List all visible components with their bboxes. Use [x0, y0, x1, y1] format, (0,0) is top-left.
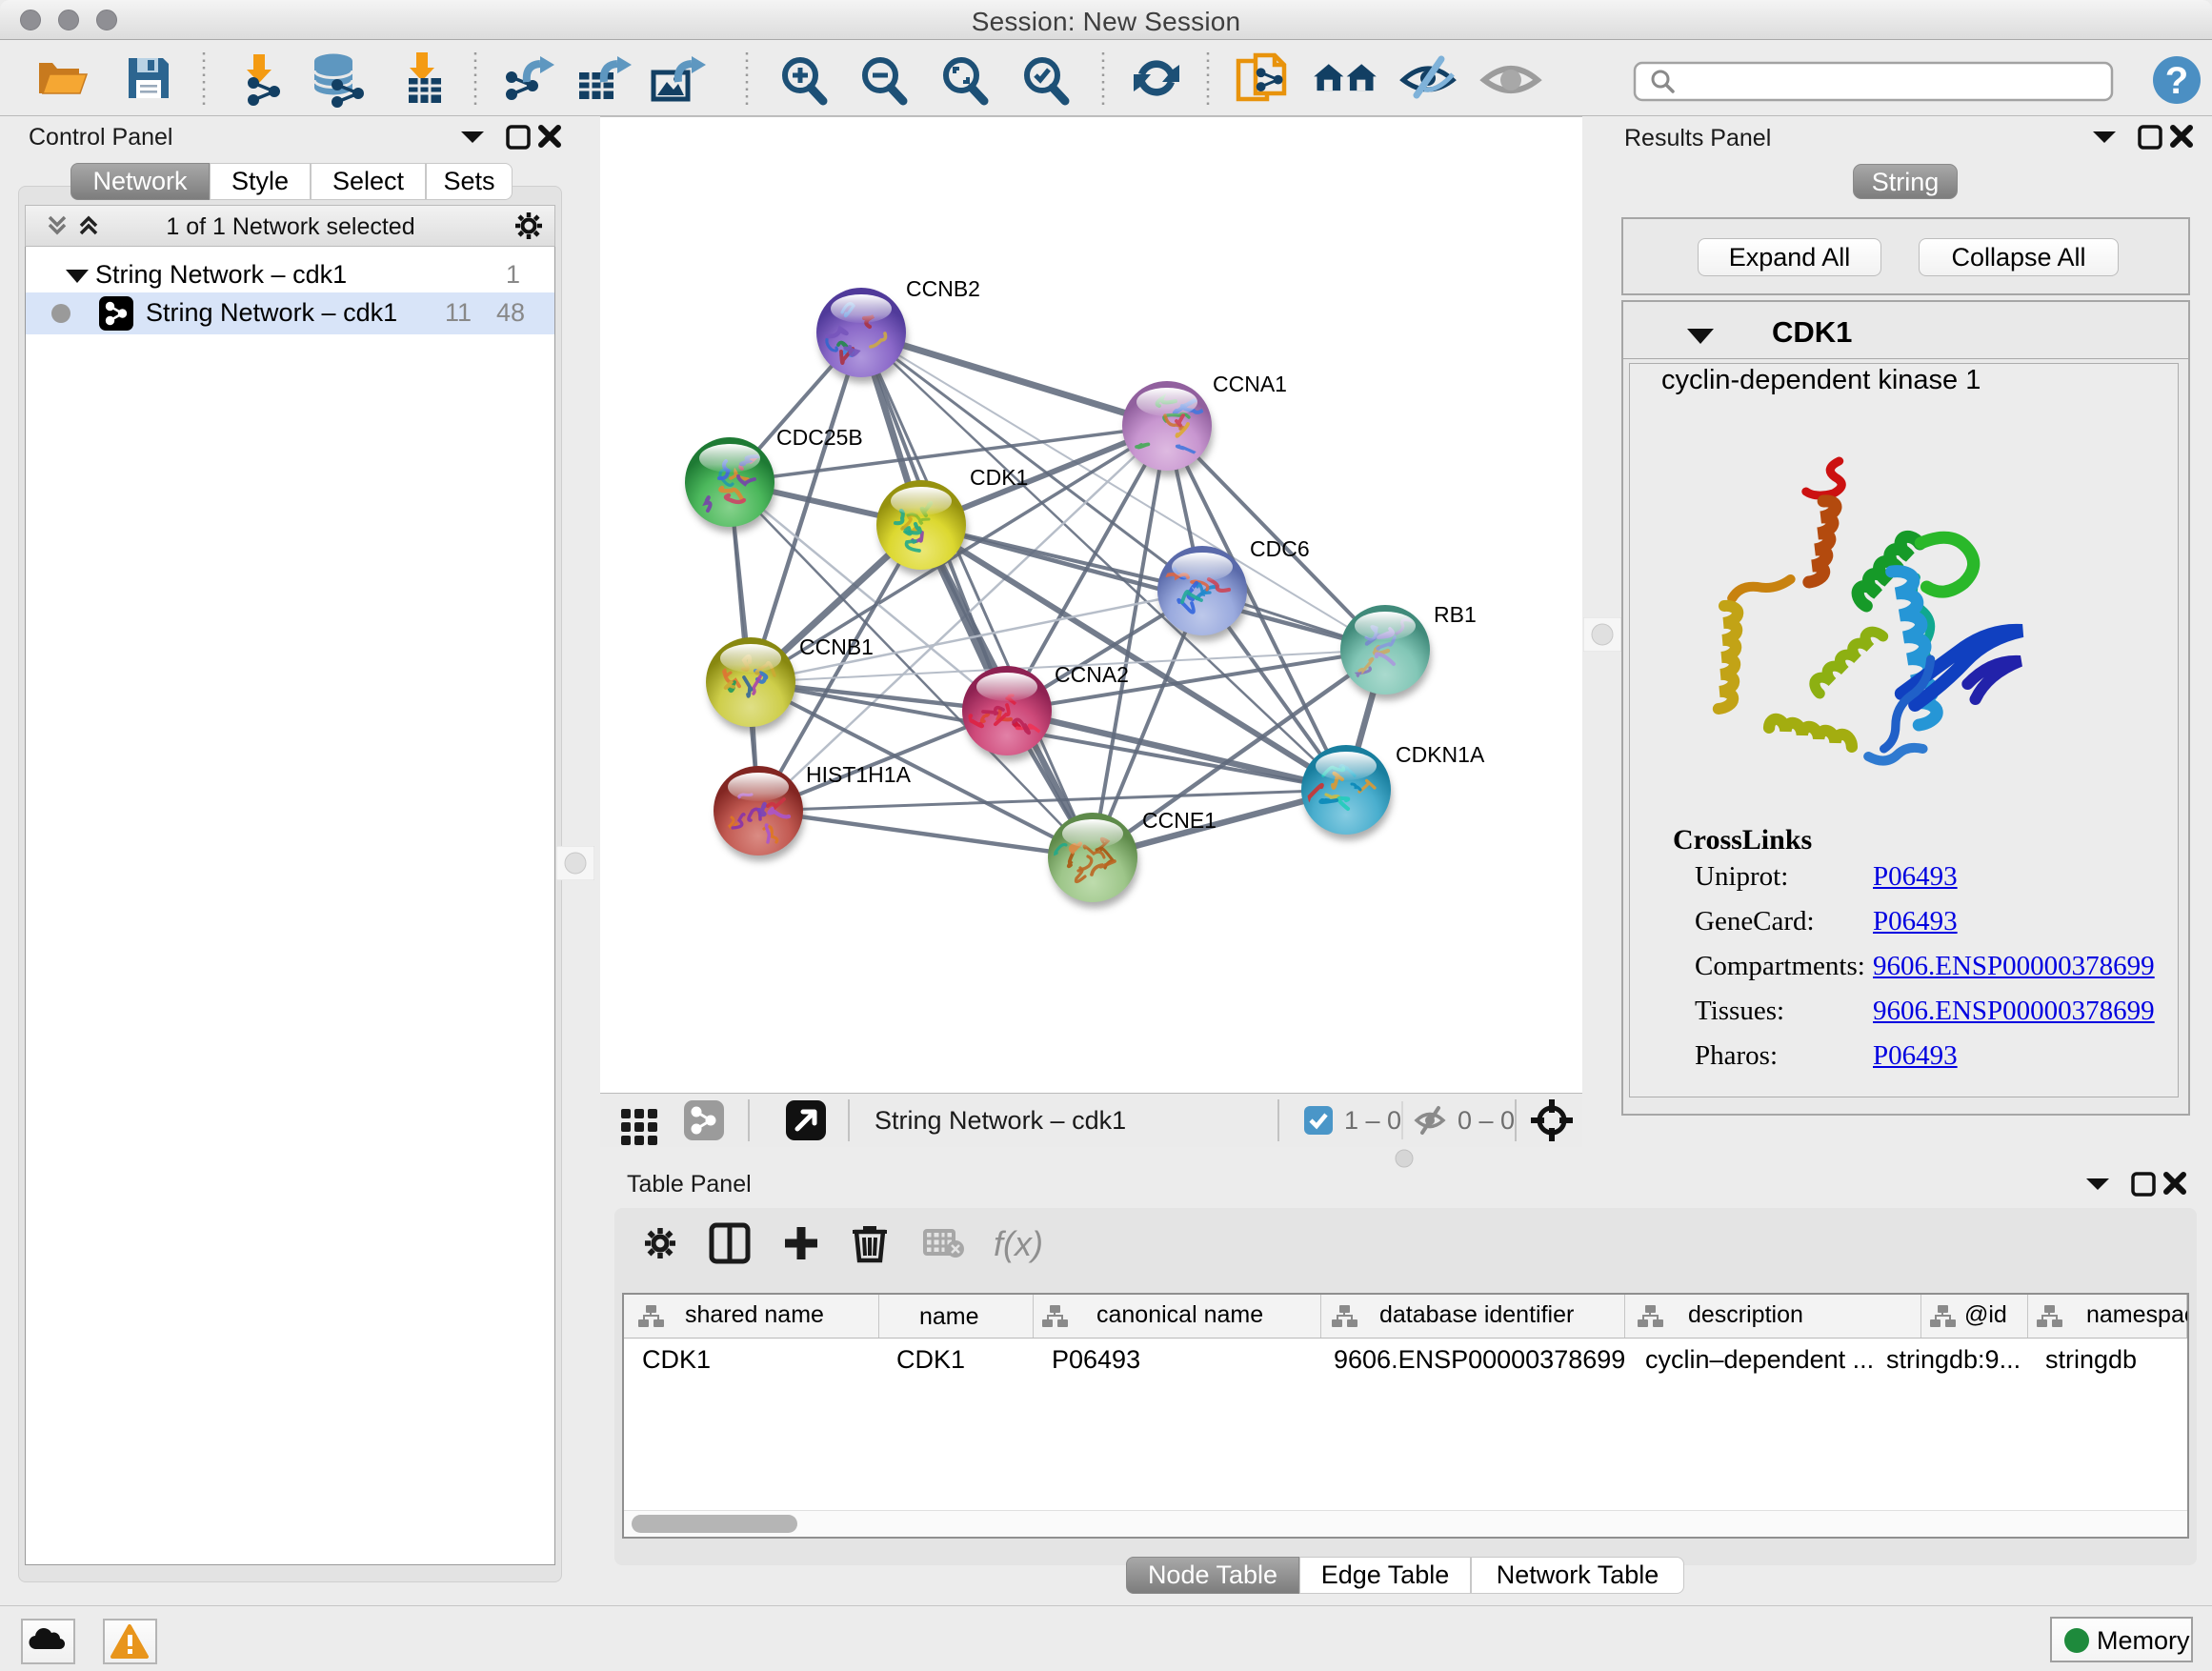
svg-text:?: ?	[2165, 60, 2188, 102]
svg-text:CDKN1A: CDKN1A	[1396, 742, 1485, 767]
svg-text:CCNE1: CCNE1	[1142, 808, 1217, 833]
svg-text:RB1: RB1	[1434, 602, 1477, 627]
svg-text:0 – 0: 0 – 0	[1458, 1106, 1515, 1135]
svg-text:CCNB2: CCNB2	[906, 276, 980, 301]
svg-text:CDK1: CDK1	[970, 465, 1028, 490]
svg-text:String Network – cdk1: String Network – cdk1	[875, 1106, 1126, 1135]
svg-text:1 – 0: 1 – 0	[1344, 1106, 1401, 1135]
svg-text:CCNA1: CCNA1	[1213, 372, 1287, 396]
svg-text:1 of 1 Network selected: 1 of 1 Network selected	[166, 213, 414, 240]
svg-text:CCNA2: CCNA2	[1055, 662, 1129, 687]
svg-text:CCNB1: CCNB1	[799, 634, 874, 659]
svg-text:HIST1H1A: HIST1H1A	[806, 762, 912, 787]
svg-text:CDC6: CDC6	[1250, 536, 1310, 561]
svg-text:f(x): f(x)	[994, 1224, 1043, 1263]
svg-text:CDC25B: CDC25B	[776, 425, 863, 450]
